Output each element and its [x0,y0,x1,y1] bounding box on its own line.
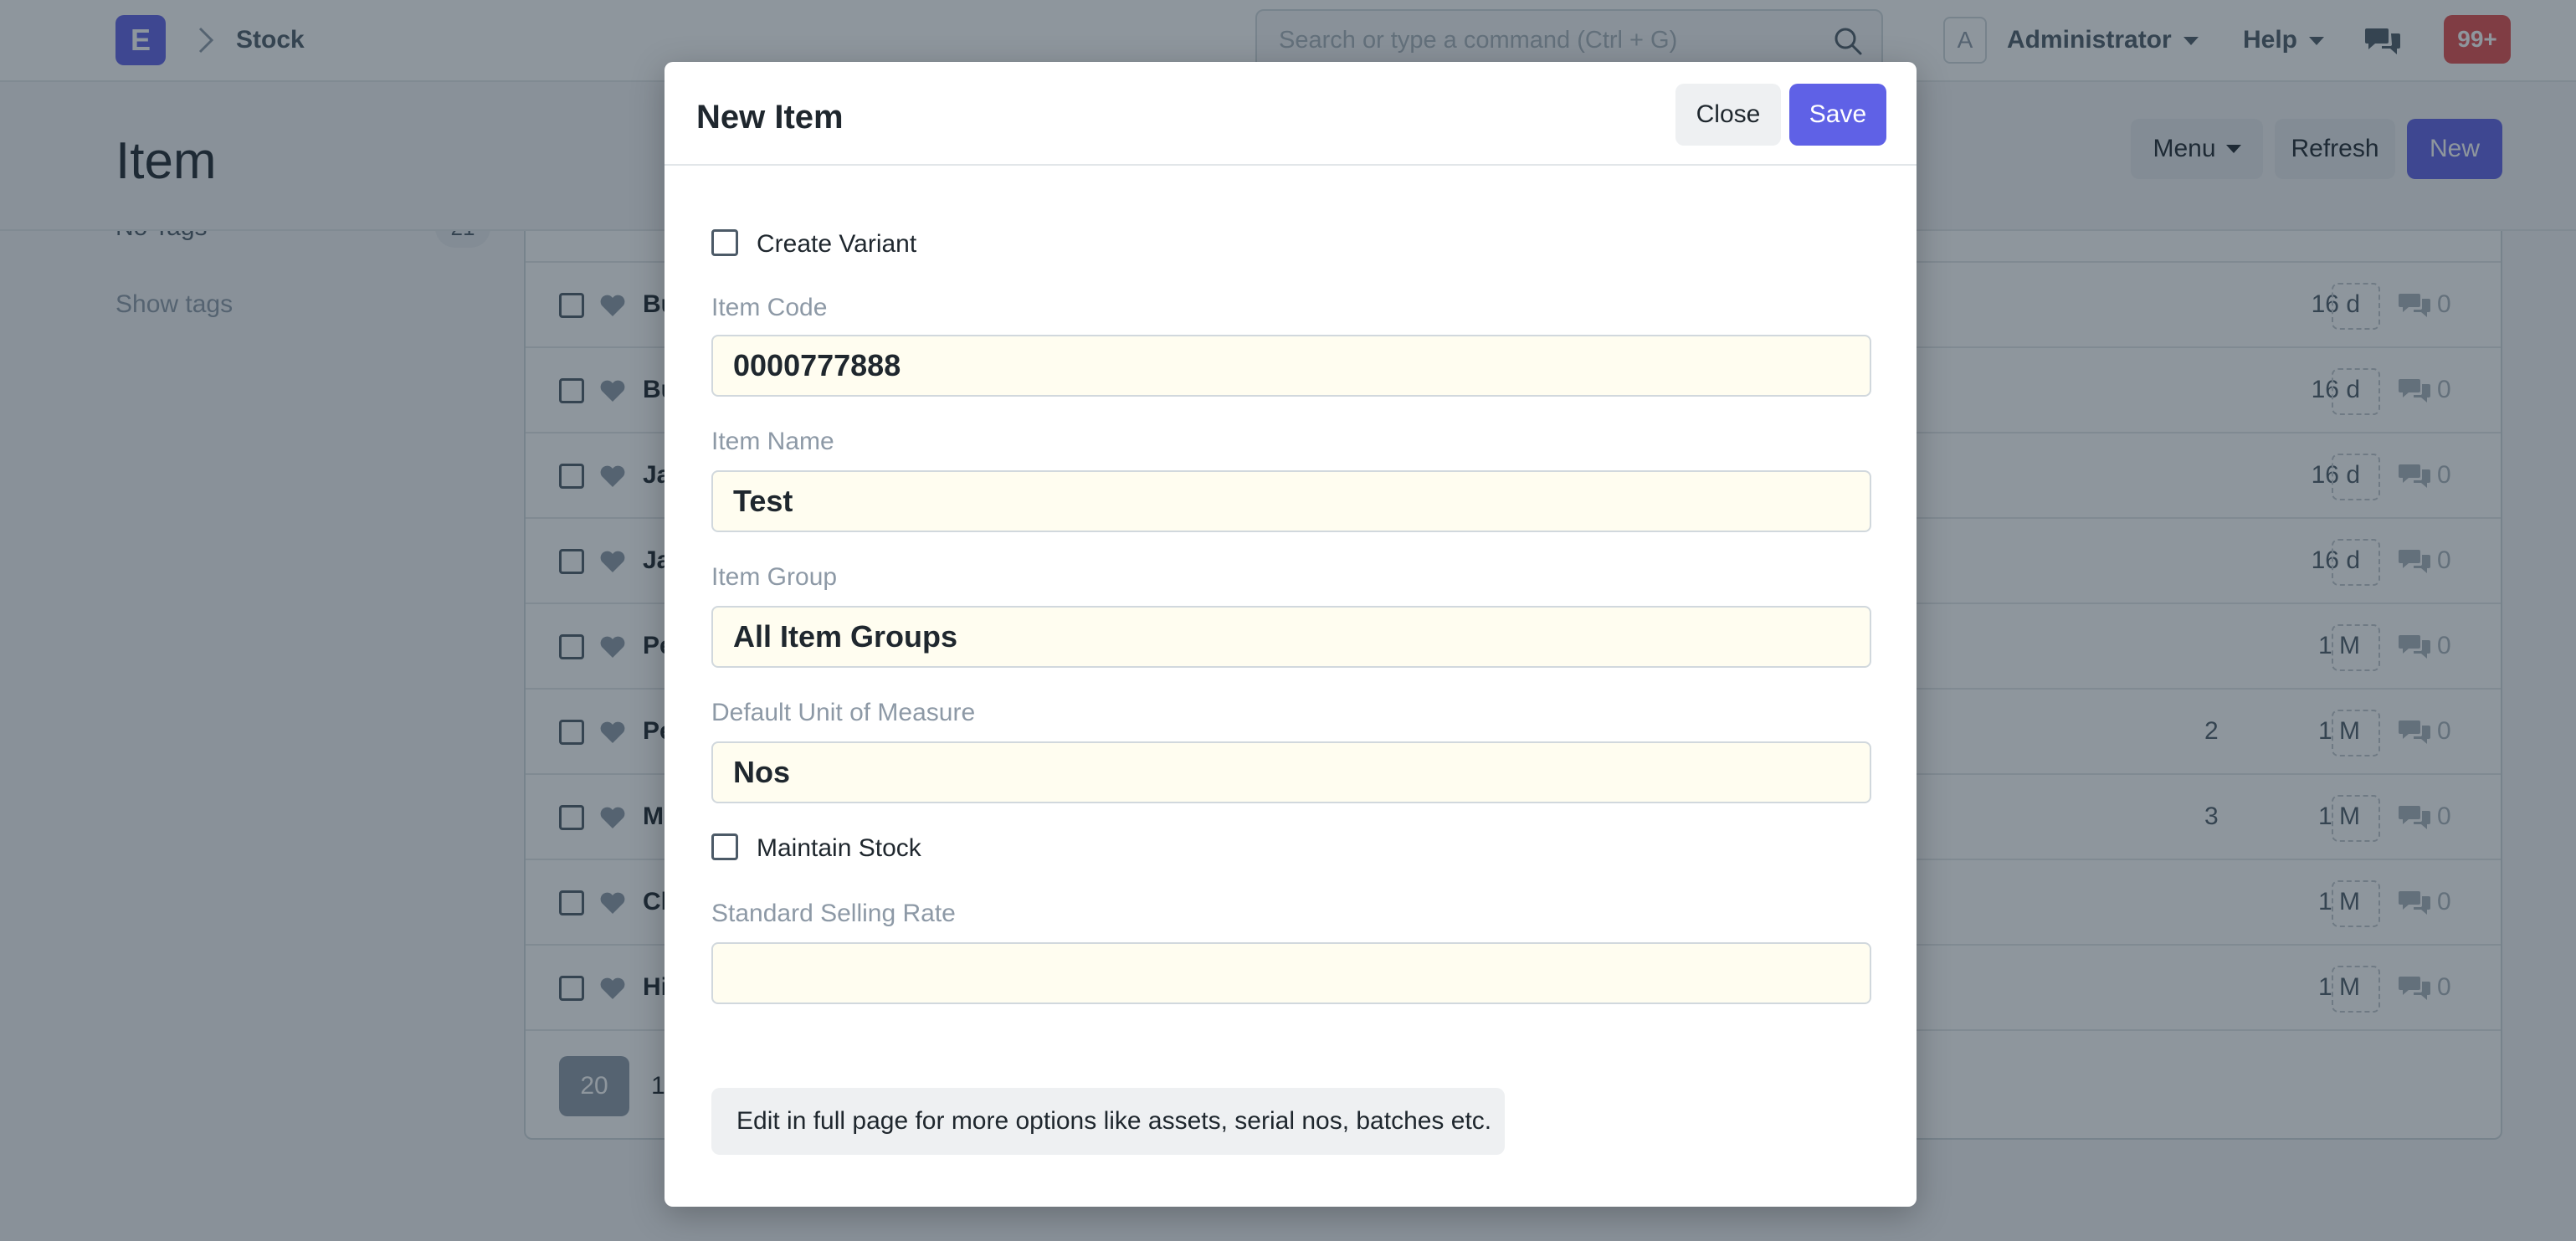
selling-rate-field[interactable] [711,942,1871,1004]
close-button[interactable]: Close [1675,84,1781,146]
uom-label: Default Unit of Measure [711,699,976,726]
create-variant-label: Create Variant [757,230,917,258]
item-group-label: Item Group [711,563,838,591]
item-code-label: Item Code [711,294,828,321]
dialog-header: New Item Close Save [665,62,1917,166]
uom-field[interactable]: Nos [711,741,1871,803]
checkbox[interactable] [711,833,738,860]
new-item-dialog: New Item Close Save Create Variant Item … [665,62,1917,1207]
dialog-title: New Item [696,99,844,136]
maintain-stock-label: Maintain Stock [757,834,921,862]
checkbox[interactable] [711,229,738,256]
item-group-field[interactable]: All Item Groups [711,606,1871,668]
item-name-field[interactable]: Test [711,470,1871,532]
selling-rate-label: Standard Selling Rate [711,900,956,927]
item-code-field[interactable]: 0000777888 [711,335,1871,397]
full-page-help[interactable]: Edit in full page for more options like … [711,1088,1505,1155]
item-name-label: Item Name [711,428,834,455]
save-button[interactable]: Save [1789,84,1886,146]
